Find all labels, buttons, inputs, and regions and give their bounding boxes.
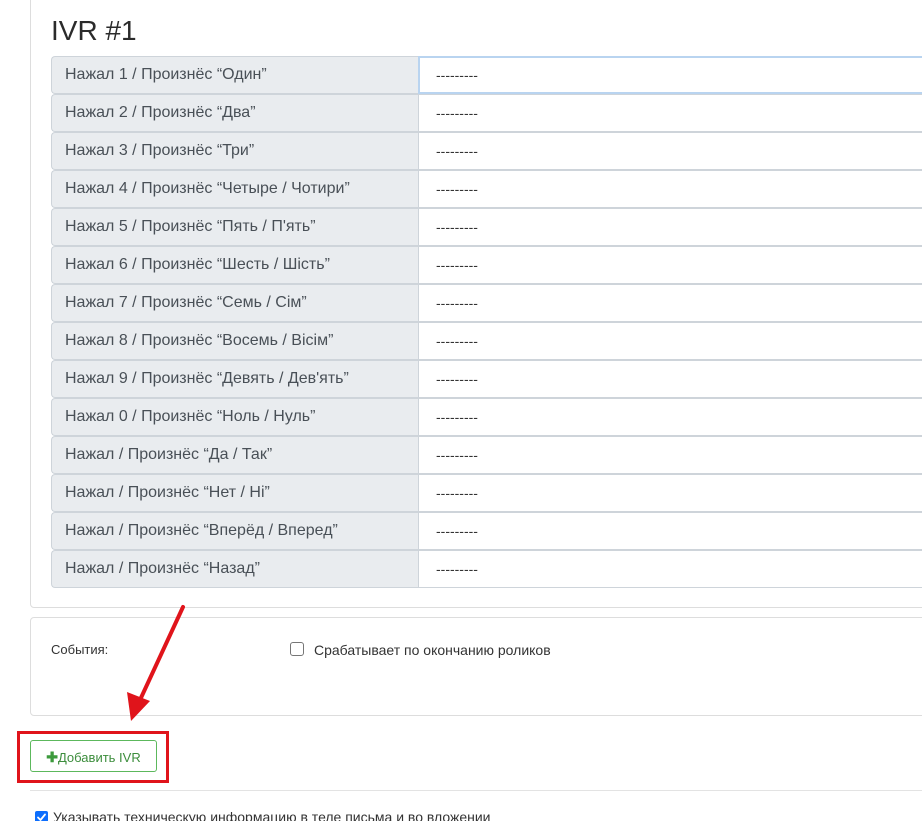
ivr-option-select[interactable]: --------- [418, 436, 922, 474]
ivr-option-label: Нажал 4 / Произнёс “Четыре / Чотири” [51, 170, 418, 208]
ivr-options-list: Нажал 1 / Произнёс “Один” --------- Нажа… [51, 56, 922, 588]
ivr-option-label: Нажал / Произнёс “Назад” [51, 550, 418, 588]
ivr-option-row: Нажал 2 / Произнёс “Два” --------- [51, 94, 922, 132]
ivr-option-row: Нажал 9 / Произнёс “Девять / Дев'ять” --… [51, 360, 922, 398]
page: IVR #1 Нажал 1 / Произнёс “Один” -------… [0, 0, 922, 821]
ivr-option-label: Нажал 0 / Произнёс “Ноль / Нуль” [51, 398, 418, 436]
events-checkbox-label[interactable]: Срабатывает по окончанию роликов [314, 642, 551, 658]
ivr-option-select[interactable]: --------- [418, 474, 922, 512]
ivr-option-row: Нажал / Произнёс “Вперёд / Вперед” -----… [51, 512, 922, 550]
ivr-option-row: Нажал 0 / Произнёс “Ноль / Нуль” -------… [51, 398, 922, 436]
events-checkbox[interactable] [290, 642, 304, 656]
ivr-option-row: Нажал 3 / Произнёс “Три” --------- [51, 132, 922, 170]
ivr-option-label: Нажал 9 / Произнёс “Девять / Дев'ять” [51, 360, 418, 398]
ivr-option-row: Нажал 8 / Произнёс “Восемь / Вісім” ----… [51, 322, 922, 360]
ivr-option-label: Нажал / Произнёс “Да / Так” [51, 436, 418, 474]
ivr-option-label: Нажал 8 / Произнёс “Восемь / Вісім” [51, 322, 418, 360]
ivr-option-row: Нажал 4 / Произнёс “Четыре / Чотири” ---… [51, 170, 922, 208]
ivr-option-label: Нажал 5 / Произнёс “Пять / П'ять” [51, 208, 418, 246]
ivr-option-row: Нажал 1 / Произнёс “Один” --------- [51, 56, 922, 94]
ivr-option-select[interactable]: --------- [418, 246, 922, 284]
ivr-option-row: Нажал / Произнёс “Нет / Ні” --------- [51, 474, 922, 512]
ivr-option-label: Нажал 3 / Произнёс “Три” [51, 132, 418, 170]
ivr-option-label: Нажал 1 / Произнёс “Один” [51, 56, 418, 94]
ivr-option-row: Нажал 7 / Произнёс “Семь / Сім” --------… [51, 284, 922, 322]
ivr-option-label: Нажал 6 / Произнёс “Шесть / Шість” [51, 246, 418, 284]
ivr-option-select[interactable]: --------- [418, 550, 922, 588]
ivr-option-label: Нажал 2 / Произнёс “Два” [51, 94, 418, 132]
checkmark-icon [37, 813, 46, 821]
ivr-option-label: Нажал / Произнёс “Вперёд / Вперед” [51, 512, 418, 550]
ivr-option-row: Нажал / Произнёс “Да / Так” --------- [51, 436, 922, 474]
ivr-option-select[interactable]: --------- [418, 170, 922, 208]
ivr-option-select[interactable]: --------- [418, 512, 922, 550]
ivr-option-row: Нажал / Произнёс “Назад” --------- [51, 550, 922, 588]
ivr-option-row: Нажал 5 / Произнёс “Пять / П'ять” ------… [51, 208, 922, 246]
ivr-option-select[interactable]: --------- [418, 360, 922, 398]
ivr-option-select[interactable]: --------- [418, 132, 922, 170]
events-panel [30, 617, 922, 716]
ivr-option-label: Нажал 7 / Произнёс “Семь / Сім” [51, 284, 418, 322]
ivr-option-select[interactable]: --------- [418, 94, 922, 132]
add-ivr-button-label: Добавить IVR [57, 750, 141, 765]
ivr-title: IVR #1 [51, 15, 137, 46]
tech-info-label[interactable]: Указывать техническую информацию в теле … [53, 809, 491, 821]
ivr-option-select[interactable]: --------- [418, 322, 922, 360]
ivr-option-select[interactable]: --------- [418, 56, 922, 94]
ivr-option-label: Нажал / Произнёс “Нет / Ні” [51, 474, 418, 512]
ivr-option-select[interactable]: --------- [418, 398, 922, 436]
tech-info-checkbox[interactable] [35, 811, 48, 821]
ivr-option-row: Нажал 6 / Произнёс “Шесть / Шість” -----… [51, 246, 922, 284]
events-label: События: [51, 642, 109, 657]
plus-icon: ✚ [46, 749, 58, 765]
divider [30, 790, 922, 791]
ivr-option-select[interactable]: --------- [418, 208, 922, 246]
add-ivr-button[interactable]: ✚Добавить IVR [30, 740, 157, 772]
ivr-option-select[interactable]: --------- [418, 284, 922, 322]
